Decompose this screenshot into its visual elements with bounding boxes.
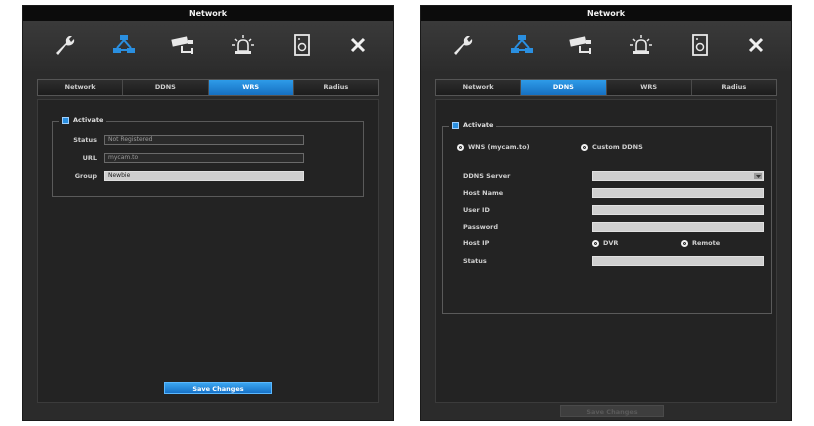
remote-radio[interactable] — [681, 239, 688, 247]
ddns-server-select[interactable] — [592, 171, 764, 181]
network-tab-bar: Network DDNS WRS Radius — [37, 79, 379, 96]
network-icon[interactable] — [505, 30, 539, 60]
tab-radius[interactable]: Radius — [293, 80, 378, 95]
url-row: URL mycam.to — [59, 153, 304, 163]
host-name-label: Host Name — [463, 189, 504, 197]
network-icon[interactable] — [107, 30, 141, 60]
host-name-field[interactable] — [592, 188, 764, 198]
dvr-option[interactable]: DVR — [592, 239, 681, 247]
wrench-icon[interactable] — [49, 30, 83, 60]
activate-legend: Activate — [59, 116, 107, 124]
tab-radius[interactable]: Radius — [691, 80, 776, 95]
tab-network[interactable]: Network — [38, 80, 124, 95]
close-icon[interactable] — [341, 30, 375, 60]
activate-group: Activate Status Not Registered URL mycam… — [52, 116, 364, 197]
host-ip-label: Host IP — [463, 239, 490, 247]
password-label: Password — [463, 223, 499, 231]
user-id-field[interactable] — [592, 205, 764, 215]
wrs-settings-window: Network Network DDNS WRS Radius Activate… — [22, 5, 394, 421]
category-toolbar — [23, 21, 393, 71]
status-row: Status — [463, 256, 764, 266]
wns-option-label: WNS (mycam.to) — [468, 143, 530, 151]
tab-ddns[interactable]: DDNS — [123, 80, 209, 95]
storage-icon[interactable] — [285, 30, 319, 60]
network-tab-bar: Network DDNS WRS Radius — [435, 79, 777, 96]
alarm-icon[interactable] — [624, 30, 658, 60]
password-row: Password — [463, 222, 764, 232]
url-field: mycam.to — [104, 153, 304, 163]
activate-label: Activate — [73, 116, 104, 124]
save-changes-button: Save Changes — [560, 405, 664, 417]
save-changes-button[interactable]: Save Changes — [164, 382, 272, 394]
ddns-content-area: Activate WNS (mycam.to) Custom DDNS DDNS… — [435, 99, 777, 417]
alarm-icon[interactable] — [226, 30, 260, 60]
user-id-row: User ID — [463, 205, 764, 215]
storage-icon[interactable] — [683, 30, 717, 60]
group-field[interactable]: Newbie — [104, 171, 304, 181]
ddns-server-label: DDNS Server — [463, 172, 511, 180]
custom-ddns-option[interactable]: Custom DDNS — [581, 143, 643, 151]
tab-ddns[interactable]: DDNS — [521, 80, 607, 95]
wns-radio[interactable] — [457, 143, 464, 151]
remote-option[interactable]: Remote — [681, 239, 720, 247]
password-field[interactable] — [592, 222, 764, 232]
status-row: Status Not Registered — [59, 135, 304, 145]
ddns-server-row: DDNS Server — [463, 171, 764, 181]
wrs-content-area: Activate Status Not Registered URL mycam… — [37, 99, 379, 403]
dvr-option-label: DVR — [603, 239, 619, 247]
camera-icon[interactable] — [166, 30, 200, 60]
tab-wrs[interactable]: WRS — [208, 80, 294, 95]
chevron-down-icon — [754, 173, 762, 179]
activate-group: Activate WNS (mycam.to) Custom DDNS DDNS… — [442, 121, 772, 314]
group-row: Group Newbie — [59, 171, 304, 181]
remote-option-label: Remote — [692, 239, 721, 247]
status-field — [592, 256, 764, 266]
activate-label: Activate — [463, 121, 494, 129]
category-toolbar — [421, 21, 791, 71]
status-label: Status — [463, 257, 487, 265]
activate-checkbox[interactable] — [62, 116, 69, 124]
status-label: Status — [73, 136, 97, 144]
host-name-row: Host Name — [463, 188, 764, 198]
tab-wrs[interactable]: WRS — [606, 80, 692, 95]
status-field: Not Registered — [104, 135, 304, 145]
activate-checkbox[interactable] — [452, 121, 459, 129]
user-id-label: User ID — [463, 206, 490, 214]
custom-ddns-option-label: Custom DDNS — [592, 143, 643, 151]
camera-icon[interactable] — [564, 30, 598, 60]
window-title: Network — [421, 6, 791, 21]
tab-network[interactable]: Network — [436, 80, 522, 95]
close-icon[interactable] — [739, 30, 773, 60]
wrench-icon[interactable] — [447, 30, 481, 60]
activate-legend: Activate — [449, 121, 497, 129]
window-title: Network — [23, 6, 393, 21]
host-ip-row: Host IP DVR Remote — [463, 239, 720, 247]
group-label: Group — [74, 172, 97, 180]
ddns-settings-window: Network Network DDNS WRS Radius Activate… — [420, 5, 792, 421]
dvr-radio[interactable] — [592, 239, 599, 247]
wns-option[interactable]: WNS (mycam.to) — [457, 143, 530, 151]
url-label: URL — [82, 154, 97, 162]
custom-ddns-radio[interactable] — [581, 143, 588, 151]
